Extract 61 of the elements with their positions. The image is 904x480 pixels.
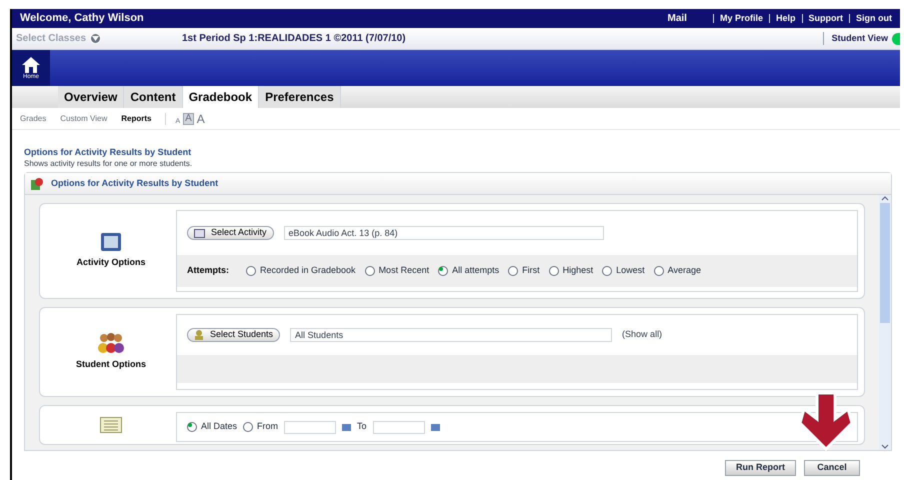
scrollbar[interactable] [879,195,891,450]
panel-title: Options for Activity Results by Student [51,176,218,190]
action-button[interactable]: Cancel [804,460,860,476]
nav-link[interactable]: Mail [668,11,687,26]
radio-button[interactable] [548,266,559,276]
activity-field: eBook Audio Act. 13 (p. 84) [284,226,604,240]
radio-label: Lowest [616,264,645,278]
report-icon [31,178,43,190]
tab[interactable]: Gradebook [182,86,260,108]
dropdown-icon[interactable] [90,33,102,44]
select-button[interactable]: Select Activity [187,226,274,240]
radio-label: All attempts [452,264,500,278]
date-field[interactable] [284,420,336,434]
nav-link[interactable]: Support [808,12,843,26]
radio-button[interactable] [364,266,375,276]
show-all-link[interactable]: (Show all) [622,328,662,342]
select-button[interactable]: Select Students [187,328,280,342]
radio-label: Highest [562,264,594,278]
tab[interactable]: Preferences [259,86,341,108]
radio-button[interactable] [187,422,197,432]
action-button[interactable]: Run Report [725,460,796,476]
radio-label: Average [668,264,702,278]
radio-button[interactable] [438,266,448,276]
subnav-link[interactable]: Custom View [60,112,108,124]
activity-icon [100,232,122,252]
nav-link[interactable]: Help [776,12,796,26]
scroll-down-icon[interactable] [881,444,889,450]
student-view-icon [892,32,900,44]
page-title: Options for Activity Results by Student [24,147,192,158]
radio-label: Most Recent [378,264,430,278]
window-icon [194,228,205,238]
section-label: Student Options [76,358,146,372]
students-field: All Students [290,328,612,342]
person-icon [194,330,204,340]
date-field[interactable] [372,420,425,434]
people-icon [96,332,126,354]
to-label: To [357,420,367,434]
subnav-link[interactable]: Reports [121,112,152,124]
scrollbar-thumb[interactable] [880,203,890,322]
welcome-text: Welcome, Cathy Wilson [20,11,144,26]
home-icon [21,56,41,74]
radio-label: All Dates [201,420,238,434]
page-description: Shows activity results for one or more students. [24,158,194,169]
radio-label: Recorded in Gradebook [260,264,356,278]
nav-link[interactable]: Sign out [856,12,892,26]
subnav-link[interactable]: Grades [20,112,46,124]
attempts-label: Attempts: [187,264,229,278]
radio-button[interactable] [508,266,518,276]
radio-button[interactable] [243,422,254,432]
radio-button[interactable] [246,266,256,276]
radio-label: First [522,264,540,278]
text-size-button[interactable]: A [196,112,206,124]
radio-label: From [257,420,278,434]
radio-button[interactable] [602,266,612,276]
class-title: 1st Period Sp 1:REALIDADES 1 ©2011 (7/07/10) [181,32,406,46]
tab[interactable]: Overview [58,86,124,108]
nav-link[interactable]: My Profile [720,12,763,26]
tab[interactable]: Content [124,86,183,108]
scroll-up-icon[interactable] [881,195,889,201]
radio-button[interactable] [654,266,664,276]
section-label: Activity Options [76,256,146,270]
